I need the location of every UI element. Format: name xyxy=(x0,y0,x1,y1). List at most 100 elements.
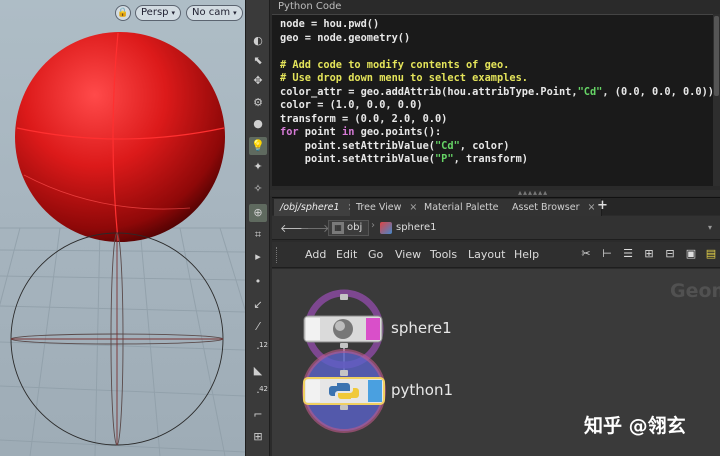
code-line[interactable]: color_attr = geo.addAttrib(hou.attribTyp… xyxy=(280,86,714,100)
tab-label: Asset Browser xyxy=(512,202,580,213)
menu-edit[interactable]: Edit xyxy=(336,248,357,261)
handle-icon[interactable]: ✥ xyxy=(249,72,267,90)
grip-icon[interactable] xyxy=(276,247,279,263)
grid-small-icon[interactable]: ⊞ xyxy=(642,247,656,261)
pane-tab[interactable]: Asset Browser × xyxy=(506,199,603,216)
perspective-label: Persp xyxy=(141,7,169,18)
view-icon[interactable]: ◐ xyxy=(249,32,267,50)
pane-tabs: /obj/sphere1×Tree View×Material Palette×… xyxy=(272,197,720,216)
bound-icon[interactable]: · 42 xyxy=(249,384,268,402)
lock-camera-button[interactable]: 🔒 xyxy=(115,5,131,21)
menu-view[interactable]: View xyxy=(395,248,421,261)
select-icon[interactable]: ⬉ xyxy=(249,52,267,70)
code-line[interactable] xyxy=(280,45,714,59)
code-text[interactable]: node = hou.pwd() geo = node.geometry() # A… xyxy=(280,18,714,167)
menu-layout[interactable]: Layout xyxy=(468,248,505,261)
code-line[interactable]: point.setAttribValue("P", transform) xyxy=(280,153,714,167)
viewport-icon[interactable]: ⌐ xyxy=(249,406,267,424)
perspective-menu[interactable]: Persp ▾ xyxy=(135,5,182,21)
pane-divider[interactable] xyxy=(270,190,720,196)
code-line[interactable]: geo = node.geometry() xyxy=(280,32,714,46)
3d-viewport[interactable]: 🔒 Persp ▾ No cam ▾ xyxy=(0,0,245,456)
forward-icon[interactable]: 🡒 xyxy=(300,221,330,235)
network-canvas[interactable]: Geom sphere1 python1 知乎 @翎玄 xyxy=(272,269,720,456)
code-line[interactable]: color = (1.0, 0.0, 0.0) xyxy=(280,99,714,113)
viewport-toolbar: ◐ ⬉ ✥ ⚙ ● 💡 ✦ ✧ ⊕ ⌗ ▸ • ↙ ⁄ · 12 ◣ · 42 ⌐ … xyxy=(245,0,270,456)
code-token: , transform) xyxy=(453,153,528,165)
code-token: in xyxy=(342,126,355,138)
note-icon[interactable]: ▤ xyxy=(704,247,718,261)
python1-node[interactable] xyxy=(302,349,386,433)
tab-label: Material Palette xyxy=(424,202,499,213)
code-token: for xyxy=(280,126,299,138)
lamp-icon[interactable]: ✦ xyxy=(249,158,267,176)
scroll-thumb[interactable] xyxy=(714,16,719,96)
wire-icon[interactable]: ◣ xyxy=(249,362,267,380)
code-token: # Use drop down menu to select examples. xyxy=(280,72,528,84)
grid-icon[interactable]: ⌗ xyxy=(249,226,267,244)
wrench-icon[interactable]: ✂ xyxy=(579,247,593,261)
code-token: node = hou.pwd() xyxy=(280,18,380,30)
guide-icon[interactable]: · 12 xyxy=(249,340,268,358)
code-token: geo = node.geometry() xyxy=(280,31,411,44)
camera-menu[interactable]: No cam ▾ xyxy=(186,5,243,21)
tab-label: Tree View xyxy=(356,202,402,213)
code-token: "Cd" xyxy=(577,85,603,98)
python1-label[interactable]: python1 xyxy=(391,381,453,399)
code-editor[interactable]: node = hou.pwd() geo = node.geometry() # A… xyxy=(272,14,720,186)
light-icon[interactable]: ● xyxy=(249,115,267,133)
code-token: , color) xyxy=(459,139,510,152)
snap-icon[interactable]: ⊕ xyxy=(249,204,267,222)
code-token: color = (1.0, 0.0, 0.0) xyxy=(280,99,423,111)
code-token: geo.points(): xyxy=(354,126,442,138)
path-obj-button[interactable]: ▦ obj xyxy=(328,220,370,236)
code-token: , (0.0, 0.0, 0.0)) xyxy=(602,85,714,98)
code-line[interactable]: for point in geo.points(): xyxy=(280,126,714,140)
code-line[interactable]: node = hou.pwd() xyxy=(280,18,714,32)
code-line[interactable]: # Add code to modify contents of geo. xyxy=(280,59,714,73)
geometry-icon xyxy=(380,222,392,234)
add-tab-icon[interactable]: + xyxy=(597,198,608,213)
code-line[interactable]: # Use drop down menu to select examples. xyxy=(280,72,714,86)
vertical-scrollbar[interactable] xyxy=(713,14,720,186)
code-token: transform = (0.0, 2.0, 0.0) xyxy=(280,112,448,125)
pane-tab[interactable]: Tree View × xyxy=(350,199,425,216)
pane-grip-icon[interactable]: ▴▴▴▴▴▴ xyxy=(518,189,548,197)
normals-icon[interactable]: ↙ xyxy=(249,296,267,314)
close-icon[interactable]: × xyxy=(587,202,595,213)
python-code-panel: Python Code node = hou.pwd() geo = node.g… xyxy=(272,0,720,190)
grid-large-icon[interactable]: ⊟ xyxy=(663,247,677,261)
panel-title: Python Code xyxy=(278,1,342,12)
chevron-down-icon[interactable]: ▾ xyxy=(708,223,712,232)
number-icon[interactable]: ⁄ xyxy=(249,318,267,336)
code-line[interactable]: point.setAttribValue("Cd", color) xyxy=(280,140,714,154)
display-options-icon[interactable]: ✧ xyxy=(249,180,267,198)
list-icon[interactable]: ☰ xyxy=(621,247,635,261)
code-token: "P" xyxy=(434,153,454,165)
image-icon[interactable]: ▣ xyxy=(684,247,698,261)
chevron-down-icon: ▾ xyxy=(233,9,237,17)
point-icon[interactable]: ▸ xyxy=(249,248,267,266)
menu-tools[interactable]: Tools xyxy=(430,248,457,261)
camera-light-icon[interactable]: 💡 xyxy=(249,137,267,155)
menu-go[interactable]: Go xyxy=(368,248,383,261)
menu-help[interactable]: Help xyxy=(514,248,539,261)
prim-number-label: 42 xyxy=(259,385,268,393)
sphere1-label[interactable]: sphere1 xyxy=(391,319,452,337)
point-number-label: 12 xyxy=(259,341,268,349)
layout-icon[interactable]: ⊞ xyxy=(249,428,267,446)
close-icon[interactable]: × xyxy=(409,202,417,213)
edge-icon[interactable]: • xyxy=(249,273,267,291)
path-sphere-button[interactable]: sphere1 xyxy=(378,220,442,236)
chevron-down-icon: ▾ xyxy=(171,9,176,17)
code-token: point.setAttribValue( xyxy=(280,153,435,165)
code-line[interactable]: transform = (0.0, 2.0, 0.0) xyxy=(280,113,714,127)
pose-icon[interactable]: ⚙ xyxy=(249,94,267,112)
lock-icon: 🔒 xyxy=(117,8,129,18)
path-sphere-label: sphere1 xyxy=(396,222,437,233)
red-sphere[interactable] xyxy=(15,32,225,242)
wireframe-sphere[interactable] xyxy=(10,232,224,446)
tree-icon[interactable]: ⊢ xyxy=(600,247,614,261)
code-token: point.setAttribValue( xyxy=(280,139,435,152)
menu-add[interactable]: Add xyxy=(305,248,326,261)
